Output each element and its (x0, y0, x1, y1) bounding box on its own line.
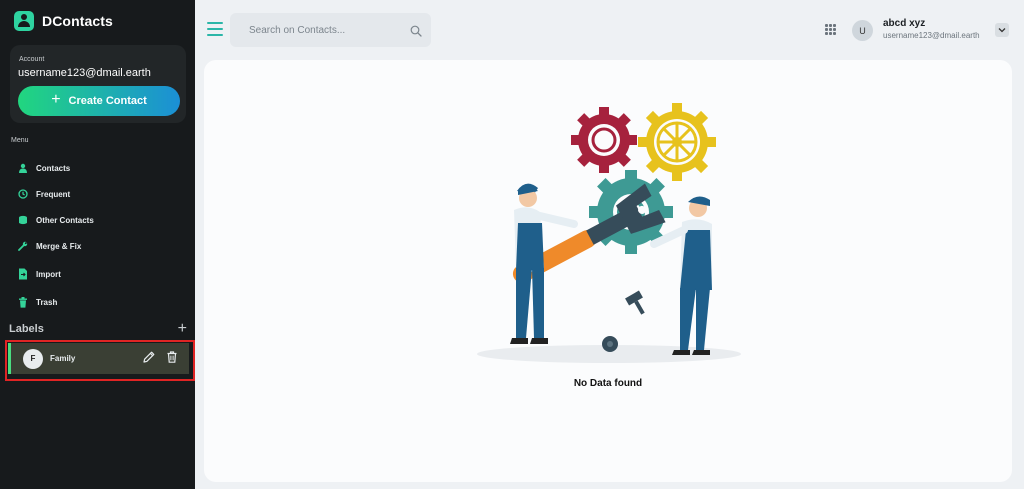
label-name: Family (50, 354, 76, 363)
create-contact-button[interactable]: + Create Contact (18, 86, 180, 116)
search-icon[interactable] (410, 24, 422, 37)
trash-icon (18, 296, 28, 308)
person-icon (18, 163, 28, 173)
user-menu-button[interactable] (995, 23, 1009, 37)
label-item-family[interactable]: F Family (8, 343, 189, 374)
add-label-icon[interactable]: + (178, 321, 187, 337)
user-email: username123@dmail.earth (883, 31, 980, 40)
menu-item-contacts[interactable]: Contacts (0, 155, 195, 181)
menu-item-trash[interactable]: Trash (0, 289, 195, 315)
menu-caption: Menu (11, 137, 29, 144)
database-icon (18, 215, 28, 225)
search-input[interactable] (230, 13, 405, 47)
empty-state-text: No Data found (573, 378, 643, 389)
labels-header: Labels + (9, 321, 187, 337)
plus-icon: + (51, 91, 61, 108)
account-card: Account username123@dmail.earth + Create… (10, 45, 186, 123)
menu-item-label: Merge & Fix (36, 241, 82, 251)
app-name: DContacts (42, 13, 113, 29)
history-icon (18, 189, 28, 199)
menu-list: Contacts Frequent Other Contacts Merge &… (0, 155, 195, 315)
account-email: username123@dmail.earth (18, 67, 151, 79)
menu-item-label: Contacts (36, 163, 71, 173)
label-avatar: F (23, 348, 43, 369)
search-box (230, 13, 431, 47)
apps-grid-icon[interactable] (825, 24, 836, 35)
menu-item-label: Trash (36, 297, 58, 307)
user-name: abcd xyz (883, 18, 926, 29)
wrench-icon (18, 241, 28, 251)
menu-toggle-icon[interactable] (207, 22, 223, 36)
pencil-icon[interactable] (142, 350, 156, 364)
labels-title: Labels (9, 323, 44, 335)
menu-item-label: Other Contacts (36, 215, 94, 225)
menu-item-merge-fix[interactable]: Merge & Fix (0, 233, 195, 259)
main-content: No Data found (204, 60, 1012, 482)
app-logo[interactable]: DContacts (14, 11, 113, 31)
chevron-down-icon (998, 28, 1006, 33)
menu-item-label: Frequent (36, 189, 71, 199)
trash-icon[interactable] (165, 350, 179, 364)
maintenance-illustration (477, 103, 741, 363)
menu-item-import[interactable]: Import (0, 261, 195, 287)
menu-item-frequent[interactable]: Frequent (0, 181, 195, 207)
sidebar: DContacts Account username123@dmail.eart… (0, 0, 195, 489)
create-contact-label: Create Contact (68, 95, 147, 107)
menu-item-other-contacts[interactable]: Other Contacts (0, 207, 195, 233)
user-avatar[interactable]: U (852, 20, 873, 41)
label-actions (142, 350, 179, 364)
menu-item-label: Import (36, 269, 61, 279)
file-import-icon (18, 268, 28, 280)
contacts-logo-icon (14, 11, 34, 31)
account-caption: Account (19, 56, 45, 63)
